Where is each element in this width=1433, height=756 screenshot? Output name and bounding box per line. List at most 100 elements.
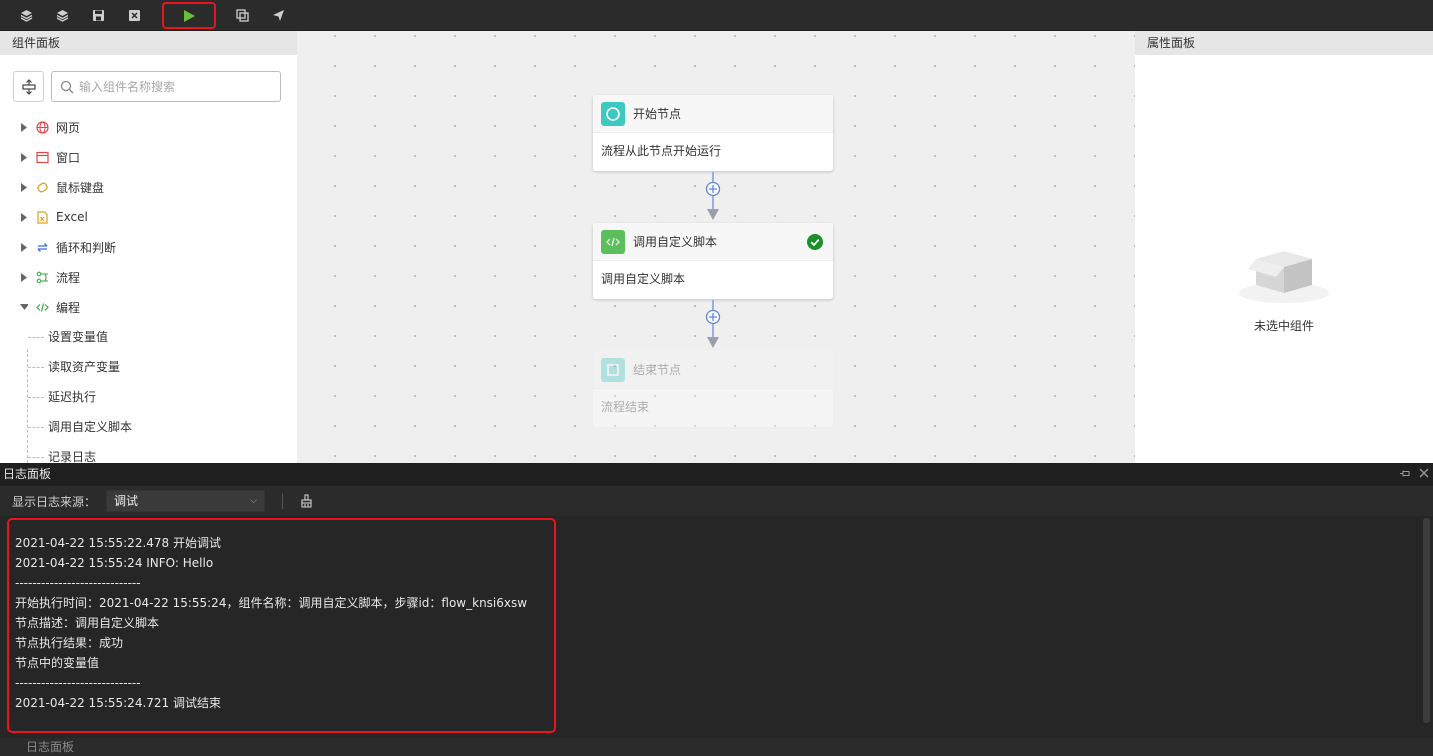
category-label: 窗口 (56, 150, 81, 165)
code-icon (601, 229, 625, 254)
layers-icon[interactable] (15, 5, 37, 25)
tree-guide-dash (28, 367, 44, 368)
end-node[interactable]: 结束节点 流程结束 (593, 351, 833, 427)
tree-guide-dash (28, 337, 44, 338)
component-panel: 组件面板 网页 窗口 鼠标键盘 Excel 循环和判断 流程 (0, 31, 297, 463)
globe-icon (35, 120, 49, 134)
log-scrollbar[interactable] (1423, 518, 1430, 723)
search-icon (60, 80, 74, 94)
log-line: 2021-04-22 15:55:24 INFO: Hello (15, 556, 214, 570)
category-label: 鼠标键盘 (56, 180, 105, 195)
window-icon (35, 150, 49, 164)
log-source-value: 调试 (114, 494, 139, 508)
log-source-select[interactable]: 调试 ⌵ (106, 490, 265, 512)
category-label: 网页 (56, 120, 81, 135)
caret-right-icon (20, 152, 28, 162)
node-header: 开始节点 (593, 95, 833, 133)
sub-item-read-asset-variable[interactable]: 读取资产变量 (48, 357, 120, 377)
copy-icon[interactable] (231, 5, 253, 25)
circle-icon (601, 101, 625, 126)
close-box-icon[interactable] (123, 5, 145, 25)
search-box (51, 71, 281, 102)
component-panel-title: 组件面板 (0, 31, 297, 55)
log-highlight-box: 2021-04-22 15:55:22.478 开始调试 2021-04-22 … (7, 518, 556, 733)
node-description: 流程结束 (601, 400, 650, 414)
log-line: 节点执行结果：成功 (15, 636, 124, 650)
category-flow[interactable]: 流程 (20, 267, 80, 287)
caret-right-icon (20, 242, 28, 252)
node-description: 流程从此节点开始运行 (601, 144, 722, 158)
success-check-icon (807, 234, 823, 253)
empty-box-icon (1238, 243, 1330, 308)
log-line: 节点中的变量值 (15, 656, 100, 670)
chevron-down-icon: ⌵ (250, 496, 257, 506)
log-line: 节点描述：调用自定义脚本 (15, 616, 160, 630)
custom-script-node[interactable]: 调用自定义脚本 调用自定义脚本 (593, 223, 833, 299)
category-label: 编程 (56, 300, 81, 315)
log-window-controls (1400, 463, 1429, 486)
start-node[interactable]: 开始节点 流程从此节点开始运行 (593, 95, 833, 171)
category-web[interactable]: 网页 (20, 117, 80, 137)
pin-icon[interactable] (1400, 463, 1411, 486)
caret-down-icon (20, 302, 28, 312)
node-header: 结束节点 (593, 351, 833, 389)
collapse-expand-button[interactable] (13, 71, 44, 102)
flow-connector (703, 172, 723, 225)
sub-item-delay[interactable]: 延迟执行 (48, 387, 96, 407)
layers-alt-icon[interactable] (51, 5, 73, 25)
save-icon[interactable] (87, 5, 109, 25)
flow-connector (703, 300, 723, 353)
node-title: 开始节点 (633, 107, 682, 121)
node-description: 调用自定义脚本 (601, 272, 686, 286)
sub-item-set-variable[interactable]: 设置变量值 (48, 327, 108, 347)
mouse-keyboard-icon (35, 180, 49, 194)
log-source-label: 显示日志来源： (12, 495, 97, 509)
sub-item-log[interactable]: 记录日志 (48, 447, 96, 463)
node-header: 调用自定义脚本 (593, 223, 833, 261)
log-panel: 日志面板 显示日志来源： 调试 ⌵ 2021-04-22 15:55:22.47… (0, 463, 1433, 754)
play-icon[interactable] (182, 9, 196, 23)
log-line: 2021-04-22 15:55:24.721 调试结束 (15, 696, 221, 710)
category-loop[interactable]: 循环和判断 (20, 237, 116, 257)
category-label: Excel (56, 210, 88, 224)
send-icon[interactable] (267, 5, 289, 25)
property-panel: 属性面板 未选中组件 (1135, 31, 1433, 463)
property-panel-title: 属性面板 (1135, 31, 1433, 55)
sub-item-custom-script[interactable]: 调用自定义脚本 (48, 417, 132, 437)
excel-file-icon (35, 210, 49, 224)
log-line: ----------------------------- (15, 576, 141, 590)
caret-right-icon (20, 212, 28, 222)
tree-guide-dash (28, 427, 44, 428)
category-label: 流程 (56, 270, 81, 285)
caret-right-icon (20, 272, 28, 282)
broom-icon (300, 494, 312, 508)
log-output-area[interactable]: 2021-04-22 15:55:22.478 开始调试 2021-04-22 … (0, 516, 1433, 738)
close-icon[interactable] (1419, 463, 1429, 486)
clear-log-button[interactable] (297, 492, 315, 510)
tree-guide-dash (28, 397, 44, 398)
add-step-button[interactable] (706, 182, 720, 196)
run-button-highlight (162, 2, 216, 29)
category-programming[interactable]: 编程 (20, 297, 80, 317)
category-label: 循环和判断 (56, 240, 117, 255)
category-mouse-keyboard[interactable]: 鼠标键盘 (20, 177, 104, 197)
caret-right-icon (20, 182, 28, 192)
square-icon (601, 357, 625, 382)
node-title: 结束节点 (633, 363, 682, 377)
toolbar-divider (282, 493, 283, 509)
log-line: 2021-04-22 15:55:22.478 开始调试 (15, 536, 221, 550)
log-panel-tab[interactable]: 日志面板 (0, 738, 1433, 754)
component-search-input[interactable] (79, 77, 274, 97)
main-toolbar (0, 0, 1433, 31)
add-step-button[interactable] (706, 310, 720, 324)
flow-canvas[interactable]: 开始节点 流程从此节点开始运行 调用自定义脚本 调用自定义脚本 结束节点 流程结… (297, 31, 1135, 463)
loop-icon (35, 240, 49, 254)
caret-right-icon (20, 122, 28, 132)
category-excel[interactable]: Excel (20, 207, 88, 227)
log-line: 开始执行时间：2021-04-22 15:55:24，组件名称：调用自定义脚本，… (15, 596, 528, 610)
log-panel-title: 日志面板 (3, 467, 52, 481)
code-icon (35, 300, 49, 314)
node-title: 调用自定义脚本 (633, 235, 718, 249)
category-window[interactable]: 窗口 (20, 147, 80, 167)
flow-icon (35, 270, 49, 284)
